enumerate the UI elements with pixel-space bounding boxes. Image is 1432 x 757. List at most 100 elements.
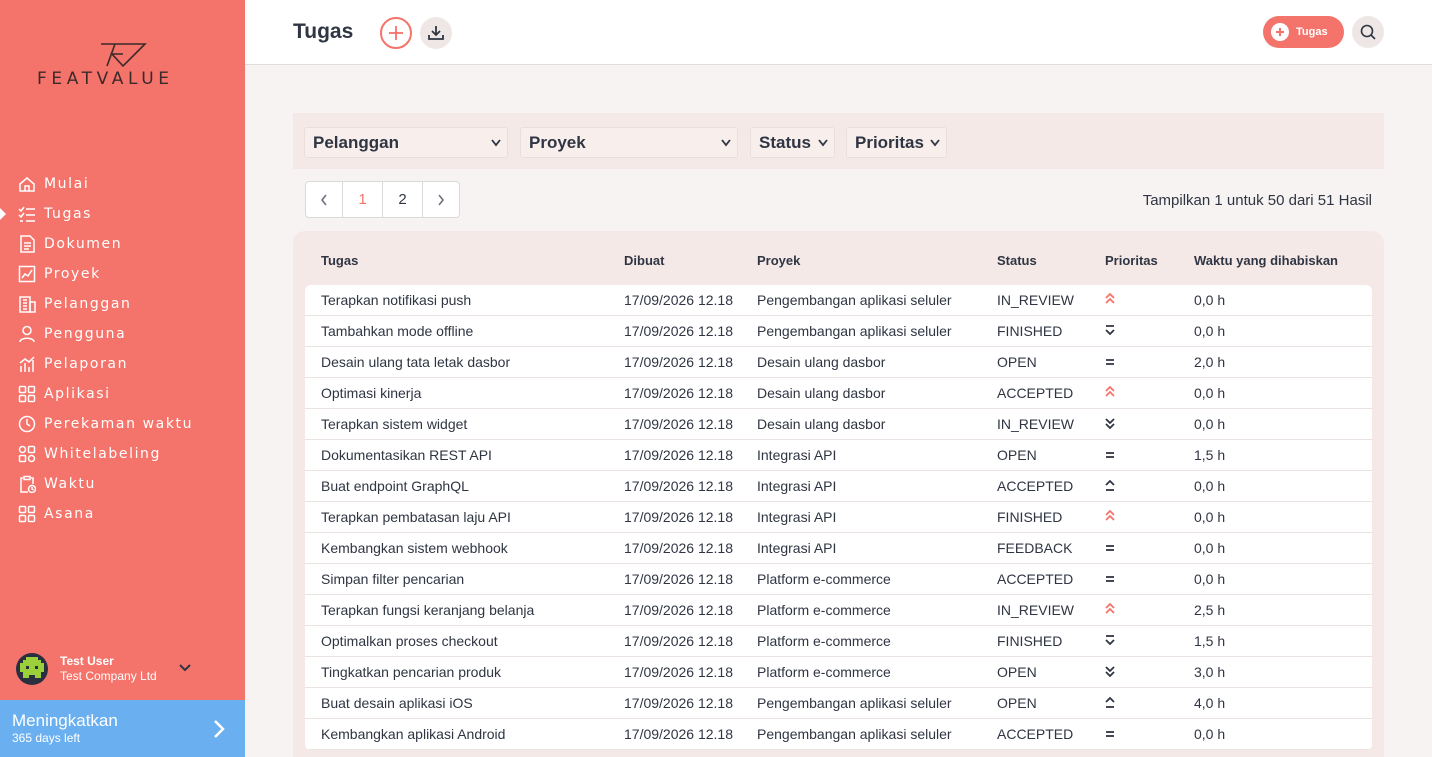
column-header-created[interactable]: Dibuat [624,253,664,268]
search-icon [1360,24,1376,40]
search-button[interactable] [1352,16,1384,48]
cell-created: 17/09/2026 12.18 [624,695,733,711]
sidebar-item-proyek[interactable]: Proyek [0,259,245,289]
cell-task[interactable]: Simpan filter pencarian [321,571,464,587]
cell-task[interactable]: Kembangkan aplikasi Android [321,726,505,742]
checklist-icon [17,205,36,224]
sidebar-item-label: Tugas [44,206,93,222]
user-menu[interactable]: Test User Test Company Ltd [16,651,236,687]
table-row[interactable]: Optimalkan proses checkout 17/09/2026 12.… [305,626,1372,657]
new-task-button[interactable]: Tugas [1263,16,1344,48]
filter-bar: Pelanggan Proyek Status Prioritas [293,113,1384,169]
pagination-prev-button[interactable] [306,182,343,217]
pagination-page-1[interactable]: 1 [343,182,383,217]
table-row[interactable]: Terapkan notifikasi push 17/09/2026 12.18… [305,285,1372,316]
download-button[interactable] [420,17,452,49]
sidebar-item-whitelabeling[interactable]: Whitelabeling [0,439,245,469]
table-row[interactable]: Tingkatkan pencarian produk 17/09/2026 12… [305,657,1372,688]
sidebar-item-waktu[interactable]: Waktu [0,469,245,499]
table-row[interactable]: Dokumentasikan REST API 17/09/2026 12.18 I… [305,440,1372,471]
cell-task[interactable]: Dokumentasikan REST API [321,447,492,463]
cell-time: 0,0 h [1194,509,1226,525]
cell-task[interactable]: Terapkan fungsi keranjang belanja [321,602,534,618]
chevron-down-icon[interactable] [178,663,192,673]
table-row[interactable]: Desain ulang tata letak dasbor 17/09/2026… [305,347,1372,378]
pagination-page-2[interactable]: 2 [383,182,423,217]
sidebar-nav: Mulai Tugas Dokumen Proyek Pelanggan Pengguna… [0,169,245,529]
column-header-task[interactable]: Tugas [321,253,358,268]
table-row[interactable]: Buat desain aplikasi iOS 17/09/2026 12.18… [305,688,1372,719]
customer-filter-select[interactable]: Pelanggan [304,127,508,158]
cell-task[interactable]: Tingkatkan pencarian produk [321,664,501,680]
cell-project: Pengembangan aplikasi seluler [757,726,952,742]
cell-status: FINISHED [997,509,1063,525]
cell-time: 0,0 h [1194,416,1226,432]
pagination: 1 2 [305,181,460,218]
logo[interactable]: FEATVALUE [37,42,209,92]
sidebar-item-label: Pelanggan [44,296,132,312]
cell-task[interactable]: Terapkan pembatasan laju API [321,509,511,525]
table-row[interactable]: Kembangkan sistem webhook 17/09/2026 12.1… [305,533,1372,564]
cell-status: FEEDBACK [997,540,1073,556]
cell-task[interactable]: Buat desain aplikasi iOS [321,695,473,711]
sidebar-item-pelaporan[interactable]: Pelaporan [0,349,245,379]
column-header-status[interactable]: Status [997,253,1037,268]
cell-task[interactable]: Desain ulang tata letak dasbor [321,354,510,370]
sidebar-item-tugas[interactable]: Tugas [0,199,245,229]
apps-icon [17,505,36,524]
cell-created: 17/09/2026 12.18 [624,478,733,494]
cell-time: 4,0 h [1194,695,1226,711]
table-row[interactable]: Optimasi kinerja 17/09/2026 12.18 Desain u… [305,378,1372,409]
cell-task[interactable]: Terapkan notifikasi push [321,292,471,308]
document-icon [17,235,36,254]
upgrade-banner[interactable]: Meningkatkan 365 days left [0,700,245,757]
column-header-time[interactable]: Waktu yang dihabiskan [1194,253,1338,268]
table-row[interactable]: Buat endpoint GraphQL 17/09/2026 12.18 Int… [305,471,1372,502]
page-title: Tugas [293,20,354,43]
sidebar-item-mulai[interactable]: Mulai [0,169,245,199]
priority-lowest-icon [1105,325,1115,336]
column-header-priority[interactable]: Prioritas [1105,253,1158,268]
pagination-next-button[interactable] [423,182,459,217]
project-filter-select[interactable]: Proyek [520,127,738,158]
cell-time: 2,0 h [1194,354,1226,370]
table-row[interactable]: Kembangkan aplikasi Android 17/09/2026 12… [305,719,1372,750]
sidebar-item-label: Proyek [44,266,101,282]
table-row[interactable]: Terapkan sistem widget 17/09/2026 12.18 De… [305,409,1372,440]
upgrade-subtitle: 365 days left [12,731,81,745]
table-row[interactable]: Simpan filter pencarian 17/09/2026 12.18 P… [305,564,1372,595]
sidebar-item-dokumen[interactable]: Dokumen [0,229,245,259]
chevron-down-icon [818,139,828,147]
column-header-project[interactable]: Proyek [757,253,800,268]
table-row[interactable]: Tambahkan mode offline 17/09/2026 12.18 Pe… [305,316,1372,347]
cell-time: 0,0 h [1194,726,1226,742]
cell-task[interactable]: Buat endpoint GraphQL [321,478,469,494]
cell-created: 17/09/2026 12.18 [624,726,733,742]
table-row[interactable]: Terapkan fungsi keranjang belanja 17/09/2… [305,595,1372,626]
cell-task[interactable]: Kembangkan sistem webhook [321,540,508,556]
status-filter-select[interactable]: Status [750,127,835,158]
add-task-icon-button[interactable] [380,17,412,49]
sidebar-item-label: Dokumen [44,236,123,252]
cell-task[interactable]: Optimalkan proses checkout [321,633,498,649]
cell-task[interactable]: Terapkan sistem widget [321,416,467,432]
sidebar-item-asana[interactable]: Asana [0,499,245,529]
table-row[interactable]: Terapkan pembatasan laju API 17/09/2026 1… [305,502,1372,533]
cell-task[interactable]: Optimasi kinerja [321,385,421,401]
sidebar-item-pelanggan[interactable]: Pelanggan [0,289,245,319]
priority-filter-value: Prioritas [855,132,924,152]
cell-created: 17/09/2026 12.18 [624,540,733,556]
sidebar-item-perekaman-waktu[interactable]: Perekaman waktu [0,409,245,439]
sidebar-item-aplikasi[interactable]: Aplikasi [0,379,245,409]
cell-project: Desain ulang dasbor [757,385,886,401]
sidebar-item-label: Pengguna [44,326,127,342]
cell-time: 0,0 h [1194,385,1226,401]
cell-status: ACCEPTED [997,726,1074,742]
priority-filter-select[interactable]: Prioritas [846,127,947,158]
cell-created: 17/09/2026 12.18 [624,571,733,587]
table-body: Terapkan notifikasi push 17/09/2026 12.18… [305,285,1372,750]
sidebar-item-pengguna[interactable]: Pengguna [0,319,245,349]
cell-task[interactable]: Tambahkan mode offline [321,323,473,339]
project-filter-value: Proyek [529,132,586,152]
priority-high-icon [1105,696,1115,708]
